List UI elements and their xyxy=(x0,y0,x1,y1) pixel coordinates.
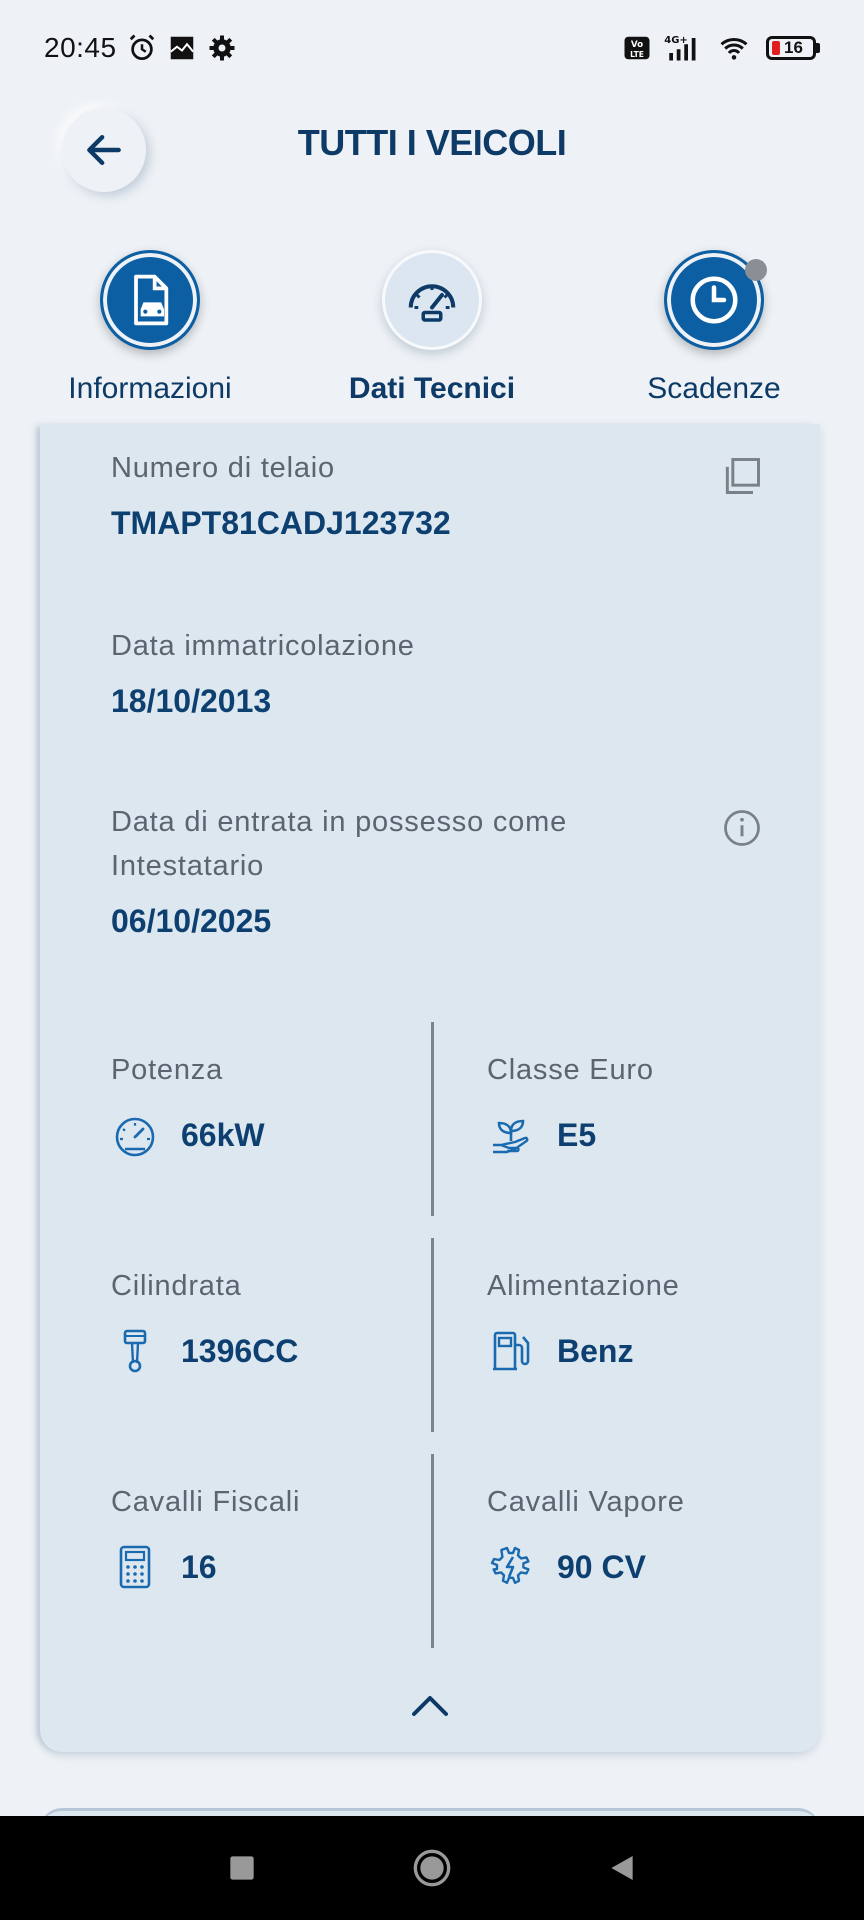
svg-text:Vo: Vo xyxy=(631,40,643,50)
circle-icon xyxy=(413,1849,451,1887)
spec-value: 16 xyxy=(181,1548,217,1585)
signal-icon: 4G+ xyxy=(664,35,696,61)
spec-label: Potenza xyxy=(111,1054,224,1086)
battery-indicator: 16 xyxy=(766,36,820,60)
settings-icon xyxy=(209,35,235,61)
tab-label: Informazioni xyxy=(68,372,232,405)
piston-icon xyxy=(123,1329,147,1373)
info-icon[interactable] xyxy=(720,806,764,850)
ownership-label-line2: Intestatario xyxy=(111,850,265,882)
tab-label: Dati Tecnici xyxy=(348,372,516,405)
spec-displacement: Cilindrata 1396CC xyxy=(111,1270,298,1375)
registration-label: Data immatricolazione xyxy=(111,630,415,662)
home-button[interactable] xyxy=(412,1848,452,1888)
notification-dot xyxy=(745,259,767,281)
spec-label: Cavalli Vapore xyxy=(487,1486,685,1518)
gauge-icon xyxy=(115,1117,155,1157)
ownership-label-line1: Data di entrata in possesso come xyxy=(111,806,567,838)
square-icon xyxy=(230,1856,254,1880)
spec-label: Cilindrata xyxy=(111,1270,242,1302)
ownership-value: 06/10/2025 xyxy=(111,903,272,939)
fuel-pump-icon xyxy=(493,1331,530,1371)
spec-label: Classe Euro xyxy=(487,1054,654,1086)
volte-icon: VoLTE xyxy=(624,36,650,60)
divider xyxy=(431,1238,434,1432)
spec-horsepower: Cavalli Vapore 90 CV xyxy=(487,1486,685,1591)
spec-power: Potenza 66kW xyxy=(111,1054,265,1159)
registration-field: Data immatricolazione 18/10/2013 xyxy=(111,624,415,724)
recents-button[interactable] xyxy=(222,1848,262,1888)
spec-euro-class: Classe Euro E5 xyxy=(487,1054,654,1159)
svg-text:LTE: LTE xyxy=(630,50,644,59)
document-car-icon xyxy=(134,274,169,326)
ownership-field: Data di entrata in possesso come Intesta… xyxy=(111,800,567,944)
tab-informazioni[interactable]: Informazioni xyxy=(20,250,280,406)
tab-bar: Informazioni Dati Tecnici Scadenze xyxy=(0,250,864,420)
back-nav-button[interactable] xyxy=(602,1848,642,1888)
divider xyxy=(431,1022,434,1216)
system-nav-bar xyxy=(0,1816,864,1920)
tab-scadenze[interactable]: Scadenze xyxy=(584,250,844,406)
wifi-icon xyxy=(720,37,748,60)
spec-fiscal-hp: Cavalli Fiscali 16 xyxy=(111,1486,300,1591)
spec-value: E5 xyxy=(557,1116,597,1153)
tab-label: Scadenze xyxy=(647,372,781,405)
spec-label: Cavalli Fiscali xyxy=(111,1486,301,1518)
speedometer-icon xyxy=(408,284,456,322)
spec-value: Benz xyxy=(557,1332,634,1369)
alarm-icon xyxy=(129,34,154,60)
clock-icon xyxy=(690,276,738,324)
registration-value: 18/10/2013 xyxy=(111,683,272,719)
eco-plant-icon xyxy=(493,1119,529,1154)
spec-value: 1396CC xyxy=(181,1332,299,1369)
status-time: 20:45 xyxy=(44,32,117,63)
divider xyxy=(431,1454,434,1648)
engine-icon xyxy=(490,1546,530,1584)
page-title: TUTTI I VEICOLI xyxy=(297,122,567,163)
battery-level: 16 xyxy=(784,38,803,57)
triangle-back-icon xyxy=(611,1856,633,1880)
chassis-value: TMAPT81CADJ123732 xyxy=(111,505,451,541)
technical-data-card: Numero di telaio TMAPT81CADJ123732 Data … xyxy=(40,424,820,1752)
gallery-icon xyxy=(169,36,194,60)
spec-value: 66kW xyxy=(181,1116,265,1153)
copy-icon[interactable] xyxy=(720,454,764,498)
spec-label: Alimentazione xyxy=(487,1270,680,1302)
calculator-icon xyxy=(119,1545,151,1589)
chassis-label: Numero di telaio xyxy=(111,452,335,484)
chassis-field: Numero di telaio TMAPT81CADJ123732 xyxy=(111,446,451,546)
spec-value: 90 CV xyxy=(557,1548,646,1585)
status-bar: 20:45 Vo LTE 4G+ 16 xyxy=(0,0,864,96)
header: TUTTI I VEICOLI xyxy=(0,96,864,226)
tab-dati-tecnici[interactable]: Dati Tecnici xyxy=(302,250,562,406)
spec-fuel: Alimentazione Benz xyxy=(487,1270,680,1375)
chevron-up-icon[interactable] xyxy=(406,1688,454,1722)
